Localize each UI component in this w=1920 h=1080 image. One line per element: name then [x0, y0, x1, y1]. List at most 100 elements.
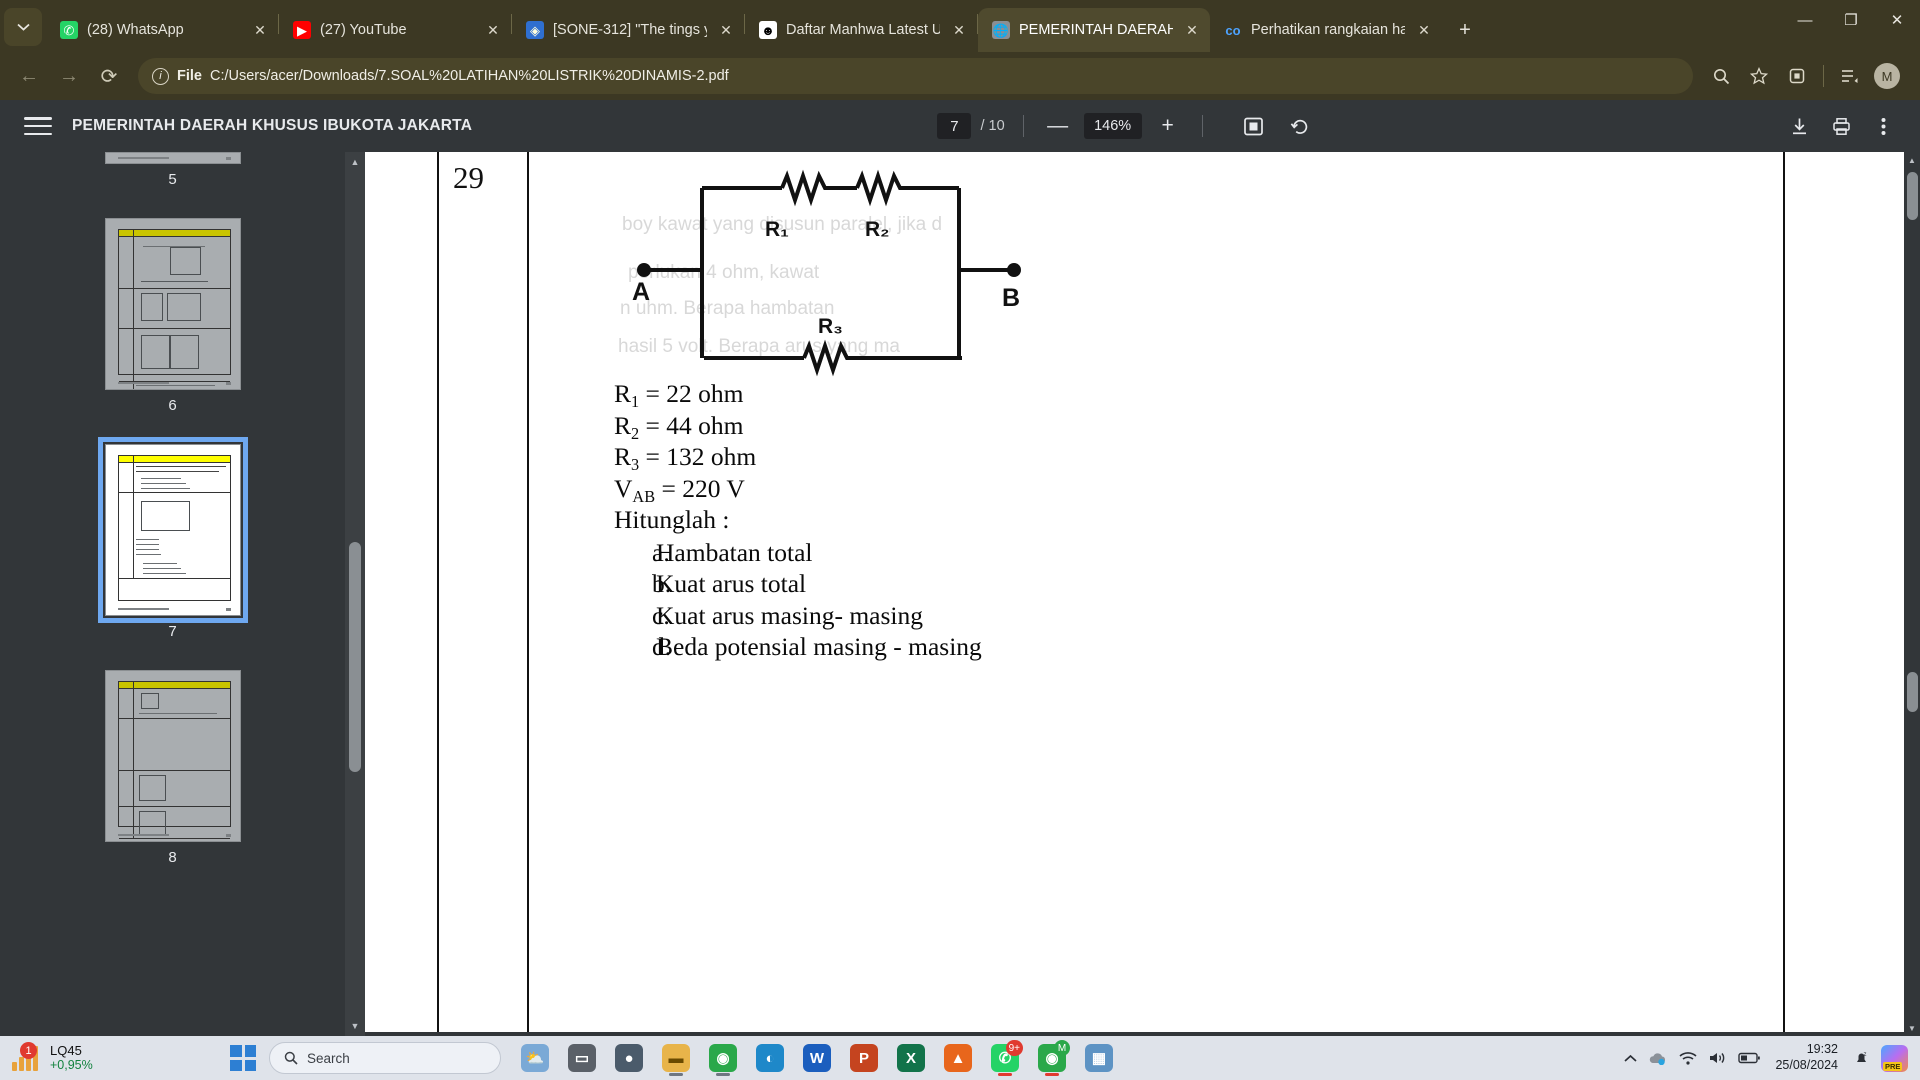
thumbnail-item[interactable]: 6	[104, 218, 241, 414]
scrollbar-thumb-top[interactable]	[1907, 172, 1918, 220]
taskbar-edge-icon[interactable]: ◐	[749, 1038, 791, 1078]
tab-perhatikan-rangkaian[interactable]: co Perhatikan rangkaian hamb ✕	[1210, 8, 1442, 52]
zoom-level-value[interactable]: 146%	[1083, 113, 1142, 139]
zoom-in-icon[interactable]	[1703, 58, 1739, 94]
question-sub-items: a. Hambatan total b. Kuat arus total c.	[614, 538, 982, 662]
tab-label: Daftar Manhwa Latest Upd	[786, 22, 940, 38]
tab-pemerintah-daerah-active[interactable]: 🌐 PEMERINTAH DAERAH KHU ✕	[978, 8, 1210, 52]
profile-avatar[interactable]: M	[1874, 63, 1900, 89]
onedrive-icon[interactable]	[1648, 1043, 1668, 1073]
sub-item-text: Kuat arus masing- masing	[656, 600, 923, 630]
stock-chart-icon: 1	[12, 1042, 42, 1071]
taskbar-file-explorer-icon[interactable]: ▬	[655, 1038, 697, 1078]
scroll-down-arrow-icon[interactable]: ▼	[345, 1016, 365, 1036]
taskbar-vlc-icon[interactable]: ▲	[937, 1038, 979, 1078]
zoom-out-button[interactable]: —	[1042, 110, 1074, 142]
sub-item-d: d. Beda potensial masing - masing	[614, 633, 982, 662]
thumbnail-page-7[interactable]	[97, 437, 248, 623]
print-icon[interactable]	[1824, 108, 1860, 144]
taskbar-word-icon[interactable]: W	[796, 1038, 838, 1078]
pdf-document-pane[interactable]: 29 boy kawat yang disusun paralel, jika …	[365, 152, 1920, 1036]
thumbnail-page-6[interactable]	[104, 218, 241, 390]
star-icon[interactable]	[1741, 58, 1777, 94]
page-number-input[interactable]: 7	[937, 113, 972, 139]
close-window-button[interactable]: ✕	[1874, 0, 1920, 40]
download-icon[interactable]	[1782, 108, 1818, 144]
pdf-page: 29 boy kawat yang disusun paralel, jika …	[365, 152, 1920, 1032]
globe-icon: 🌐	[992, 21, 1010, 39]
maximize-button[interactable]: ❐	[1828, 0, 1874, 40]
taskbar-weather-icon[interactable]: ⛅	[514, 1038, 556, 1078]
windows-start-icon[interactable]	[230, 1045, 256, 1071]
rotate-icon[interactable]	[1283, 109, 1317, 143]
active-indicator	[669, 1073, 683, 1076]
tab-daftar-manhwa[interactable]: ☻ Daftar Manhwa Latest Upd ✕	[745, 8, 977, 52]
reading-list-icon[interactable]	[1832, 58, 1868, 94]
close-icon[interactable]: ✕	[483, 20, 503, 40]
scroll-down-arrow-icon[interactable]: ▼	[1904, 1020, 1920, 1036]
clock-time: 19:32	[1806, 1042, 1838, 1057]
tab-sone-312[interactable]: ◈ [SONE-312] "The tings you ✕	[512, 8, 744, 52]
close-icon[interactable]: ✕	[1182, 20, 1202, 40]
question-content: boy kawat yang disusun paralel, jika d p…	[529, 152, 1920, 1032]
thumbnail-item[interactable]: 7	[97, 437, 248, 640]
pdf-document-title: PEMERINTAH DAERAH KHUSUS IBUKOTA JAKARTA	[72, 117, 473, 134]
close-icon[interactable]: ✕	[1414, 20, 1434, 40]
info-icon[interactable]: i	[152, 67, 169, 85]
close-icon[interactable]: ✕	[949, 20, 969, 40]
tab-youtube[interactable]: ▶ (27) YouTube ✕	[279, 8, 511, 52]
scroll-up-arrow-icon[interactable]: ▲	[1904, 152, 1920, 168]
battery-icon[interactable]	[1738, 1043, 1761, 1073]
close-icon[interactable]: ✕	[250, 20, 270, 40]
clock-widget[interactable]: 19:32 25/08/2024	[1771, 1042, 1842, 1073]
taskbar-chrome-secondary-icon[interactable]: ◉ M	[1031, 1038, 1073, 1078]
toolbar-divider	[1022, 115, 1024, 137]
address-bar[interactable]: i File C:/Users/acer/Downloads/7.SOAL%20…	[138, 58, 1693, 94]
new-tab-button[interactable]: +	[1448, 13, 1482, 47]
more-vertical-icon[interactable]	[1866, 108, 1902, 144]
stock-widget[interactable]: 1 LQ45 +0,95%	[0, 1042, 170, 1074]
thumbnail-item[interactable]: 8	[104, 670, 241, 866]
copilot-icon[interactable]: PRE	[1881, 1044, 1908, 1072]
taskbar-chat-icon[interactable]: ●	[608, 1038, 650, 1078]
tab-label: (27) YouTube	[320, 22, 407, 38]
thumbnail-list[interactable]: 5 6 7 8	[0, 152, 345, 1036]
taskbar-task-view-icon[interactable]: ▭	[561, 1038, 603, 1078]
taskbar-whatsapp-icon[interactable]: ✆ 9+	[984, 1038, 1026, 1078]
co-icon: co	[1225, 22, 1241, 38]
zoom-in-button[interactable]: +	[1152, 110, 1184, 142]
document-scrollbar[interactable]: ▲ ▼	[1904, 152, 1920, 1036]
search-input[interactable]: Search	[269, 1042, 501, 1074]
taskbar-chrome-icon[interactable]: ◉	[702, 1038, 744, 1078]
taskbar-calculator-icon[interactable]: ▦	[1078, 1038, 1120, 1078]
volume-icon[interactable]	[1708, 1043, 1727, 1073]
tab-label: PEMERINTAH DAERAH KHU	[1019, 22, 1173, 38]
scroll-up-arrow-icon[interactable]: ▲	[345, 152, 365, 172]
fit-to-page-icon[interactable]	[1237, 109, 1271, 143]
close-icon[interactable]: ✕	[716, 20, 736, 40]
thumbnail-scrollbar[interactable]: ▲ ▼	[345, 152, 365, 1036]
taskbar-excel-icon[interactable]: X	[890, 1038, 932, 1078]
forward-button[interactable]: →	[50, 57, 88, 95]
wifi-icon[interactable]	[1679, 1043, 1697, 1073]
thumbnail-item[interactable]: 5	[104, 152, 241, 188]
sub-item-marker: b.	[652, 569, 672, 599]
show-hidden-icons-chevron-up-icon[interactable]	[1624, 1043, 1638, 1073]
sub-item-marker: c.	[652, 600, 670, 630]
tab-whatsapp[interactable]: ✆ (28) WhatsApp ✕	[46, 8, 278, 52]
taskbar-powerpoint-icon[interactable]: P	[843, 1038, 885, 1078]
hamburger-menu-icon[interactable]	[24, 117, 52, 135]
reload-button[interactable]: ⟳	[90, 57, 128, 95]
thumbnail-page-8[interactable]	[104, 670, 241, 842]
do-not-disturb-icon[interactable]: z	[1853, 1043, 1870, 1073]
resistor-circuit-diagram: boy kawat yang disusun paralel, jika d p…	[614, 158, 1114, 380]
tab-search-chevron-down-icon[interactable]	[4, 8, 42, 46]
puzzle-icon[interactable]	[1779, 58, 1815, 94]
thumbnail-page-5[interactable]	[104, 152, 241, 164]
profile-badge: M	[1054, 1040, 1070, 1056]
page-total-label: / 10	[980, 118, 1005, 134]
scrollbar-thumb[interactable]	[349, 542, 361, 772]
scrollbar-thumb[interactable]	[1907, 672, 1918, 712]
minimize-button[interactable]: —	[1782, 0, 1828, 40]
back-button[interactable]: ←	[10, 57, 48, 95]
